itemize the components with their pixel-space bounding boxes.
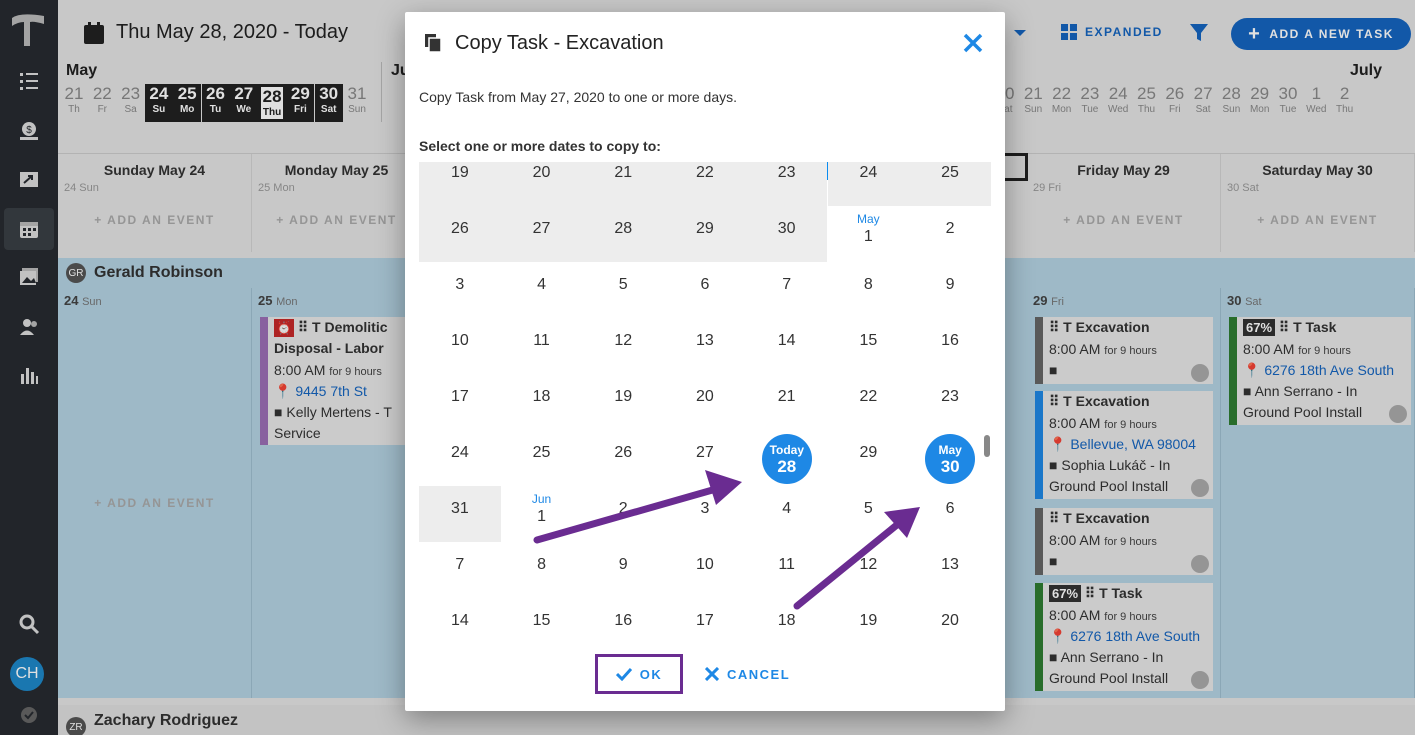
date-cell[interactable]: 20 (500, 162, 583, 206)
date-cell[interactable]: 15 (501, 598, 583, 654)
date-cell[interactable]: 9 (909, 262, 991, 318)
date-cell[interactable]: 7 (746, 262, 828, 318)
month-marker: Jun (531, 492, 552, 506)
select-dates-label: Select one or more dates to copy to: (419, 138, 661, 154)
date-cell[interactable]: 9 (582, 542, 664, 598)
date-cell[interactable]: 24 (827, 162, 910, 206)
date-cell[interactable]: 11 (501, 318, 583, 374)
date-cell[interactable]: 26 (582, 430, 664, 486)
date-cell[interactable]: 12 (582, 318, 664, 374)
date-cell[interactable]: 17 (664, 598, 746, 654)
date-cell[interactable]: 7 (419, 542, 501, 598)
copy-icon (425, 34, 441, 52)
selected-date-cell[interactable]: May 30 (909, 430, 991, 486)
date-cell[interactable]: 16 (582, 598, 664, 654)
date-cell[interactable]: 8 (828, 262, 910, 318)
date-cell[interactable]: 6 (664, 262, 746, 318)
date-cell[interactable]: 19 (419, 162, 501, 206)
month-marker: May (857, 212, 880, 226)
date-picker-calendar: SunMonTueWedThuFriSat 192021222324252627… (419, 162, 991, 657)
date-cell[interactable]: 18 (746, 598, 828, 654)
date-cell[interactable]: 13 (664, 318, 746, 374)
check-icon (615, 667, 632, 681)
date-cell[interactable]: 29 (664, 206, 746, 262)
date-cell[interactable]: 21 (746, 374, 828, 430)
date-cell[interactable]: 2 (909, 206, 991, 262)
ok-label: OK (639, 666, 663, 682)
cancel-label: CANCEL (727, 666, 791, 682)
date-cell[interactable]: 14 (419, 598, 501, 654)
date-cell[interactable]: 10 (664, 542, 746, 598)
date-cell[interactable]: 31 (419, 486, 501, 542)
selected-date-marker[interactable]: Today 28 (761, 434, 812, 484)
date-cell[interactable]: 11 (746, 542, 828, 598)
date-cell[interactable]: 19 (828, 598, 910, 654)
date-cell[interactable]: 27 (664, 430, 746, 486)
date-cell[interactable]: 28 (582, 206, 665, 262)
date-cell[interactable]: 20 (664, 374, 746, 430)
date-cell[interactable]: 3 (664, 486, 746, 542)
selected-date-cell[interactable]: Today 28 (746, 430, 828, 486)
date-cell[interactable]: 14 (746, 318, 828, 374)
close-icon (705, 667, 719, 681)
date-cell[interactable]: 22 (664, 162, 746, 206)
date-cell[interactable]: 23 (909, 374, 991, 430)
date-cell[interactable]: 24 (419, 430, 501, 486)
calendar-scrollbar[interactable] (984, 435, 990, 457)
date-cell[interactable]: 30 (745, 206, 828, 262)
date-cell[interactable]: 21 (582, 162, 665, 206)
dialog-description: Copy Task from May 27, 2020 to one or mo… (419, 89, 738, 105)
date-cell[interactable]: 17 (419, 374, 501, 430)
date-cell[interactable]: 5 (828, 486, 910, 542)
ok-button[interactable]: OK (595, 654, 683, 694)
date-cell[interactable]: 10 (419, 318, 501, 374)
date-cell[interactable]: 25 (501, 430, 583, 486)
dialog-title: Copy Task - Excavation (455, 32, 664, 54)
date-cell[interactable]: 18 (501, 374, 583, 430)
date-cell[interactable]: 25 (909, 162, 991, 206)
date-cell[interactable]: 12 (828, 542, 910, 598)
date-cell[interactable]: 22 (828, 374, 910, 430)
date-cell[interactable]: May 1 (828, 206, 910, 262)
date-cell[interactable]: 6 (909, 486, 991, 542)
date-cell[interactable]: 4 (746, 486, 828, 542)
date-cell[interactable]: 23 (745, 162, 828, 206)
calendar-grid: 19 20 21 22 23 24 25 26 27 28 29 30 May 1 2 3 4 5 6 7 8 9 10 11… (419, 162, 991, 657)
date-cell[interactable]: Jun 1 (501, 486, 583, 542)
date-cell[interactable]: 3 (419, 262, 501, 318)
date-cell[interactable]: 13 (909, 542, 991, 598)
selected-date-marker[interactable]: May 30 (925, 434, 976, 484)
close-icon[interactable] (962, 32, 984, 54)
date-cell[interactable]: 27 (500, 206, 583, 262)
date-cell[interactable]: 5 (582, 262, 664, 318)
date-cell[interactable]: 15 (828, 318, 910, 374)
date-cell[interactable]: 20 (909, 598, 991, 654)
date-cell[interactable]: 29 (828, 430, 910, 486)
cancel-button[interactable]: CANCEL (705, 664, 790, 684)
date-cell[interactable]: 26 (419, 206, 501, 262)
copy-task-dialog: Copy Task - Excavation Copy Task from Ma… (405, 12, 1005, 711)
date-cell[interactable]: 4 (501, 262, 583, 318)
date-cell[interactable]: 8 (501, 542, 583, 598)
date-cell[interactable]: 2 (582, 486, 664, 542)
date-cell[interactable]: 19 (582, 374, 664, 430)
date-cell[interactable]: 16 (909, 318, 991, 374)
